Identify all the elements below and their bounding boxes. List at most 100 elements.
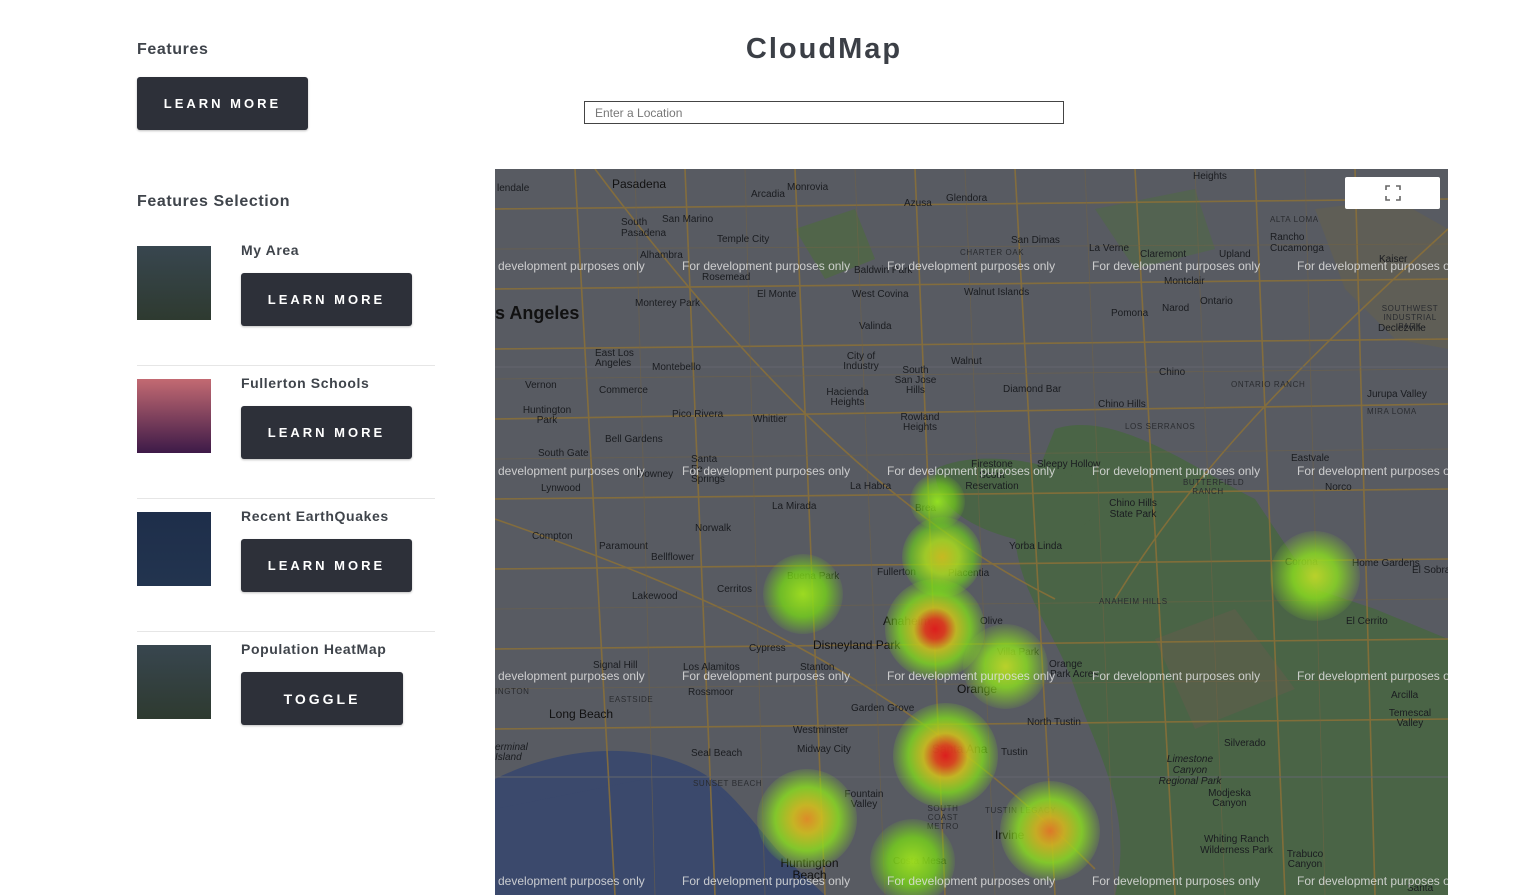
recent-earthquakes-learn-more-button[interactable]: LEARN MORE [241, 539, 412, 592]
features-heading: Features [137, 41, 209, 58]
map-label: INGTON [495, 687, 530, 696]
fullerton-schools-learn-more-button[interactable]: LEARN MORE [241, 406, 412, 459]
map-label: Trabuco Canyon [1286, 849, 1324, 870]
map-label: Anaheim [883, 614, 931, 628]
feature-item-population-heatmap: Population HeatMap TOGGLE [137, 632, 435, 765]
map-label: Whiting Ranch Wilderness Park [1200, 834, 1273, 856]
features-selection-heading: Features Selection [137, 193, 291, 210]
map-label: Rossmoor [688, 687, 734, 698]
feature-item-recent-earthquakes: Recent EarthQuakes LEARN MORE [137, 499, 435, 632]
dev-watermark: For development purposes only [887, 259, 1056, 273]
map-label: Costa Mesa [893, 856, 947, 867]
map-label: Chino Hills [1098, 399, 1146, 410]
map-label: Brea [915, 503, 937, 514]
map-label: Alhambra [640, 250, 683, 261]
dev-watermark: For development purposes o [1297, 259, 1448, 273]
feature-thumbnail [137, 645, 211, 719]
map-label: Jurupa Valley [1367, 389, 1427, 400]
dev-watermark: For development purposes only [682, 464, 851, 478]
map-label: s Angeles [495, 303, 580, 323]
dev-watermark: development purposes only [498, 669, 645, 683]
map-label: Arcilla [1391, 690, 1419, 701]
map-label: erminal Island [495, 742, 528, 763]
map-dim-overlay [495, 169, 1448, 895]
map-label: Home Gardens [1352, 558, 1420, 569]
map-label: Seal Beach [691, 748, 743, 759]
dev-watermark: development purposes only [498, 259, 645, 273]
map-label: lendale [497, 183, 530, 194]
map-label: Corona [1285, 557, 1318, 568]
map-label: Valinda [859, 321, 892, 332]
map-label: SUNSET BEACH [693, 779, 763, 788]
map-label: Garden Grove [851, 703, 915, 714]
map-label: Compton [532, 531, 573, 542]
map-label: Chino Hills State Park [1109, 498, 1157, 520]
map-label: Arcadia [751, 189, 785, 200]
map-label: ANAHEIM HILLS [1099, 597, 1168, 606]
map-label: La Habra [850, 481, 892, 492]
fullscreen-icon [1384, 185, 1401, 201]
map-label: La Mirada [772, 501, 817, 512]
map-label: Narod [1162, 303, 1190, 314]
map-view[interactable]: lendale Pasadena Monrovia Arcadia Azusa … [495, 169, 1448, 895]
features-learn-more-button[interactable]: LEARN MORE [137, 77, 308, 130]
map-label: Limestone Canyon Regional Park [1158, 754, 1222, 787]
map-label: Walnut [951, 356, 982, 367]
map-label: Yorba Linda [1009, 541, 1063, 552]
map-fullscreen-button[interactable] [1345, 177, 1440, 209]
map-label: Disneyland Park [813, 638, 901, 652]
map-label: South Pasadena [621, 217, 667, 239]
map-label: Tustin [1001, 747, 1028, 758]
map-label: San Dimas [1011, 235, 1060, 246]
dev-watermark: For development purposes only [887, 874, 1056, 888]
dev-watermark: For development purposes only [1092, 669, 1261, 683]
map-label: Montclair [1164, 276, 1205, 287]
map-label: Buena Park [787, 571, 840, 582]
map-label: Monterey Park [635, 298, 701, 309]
map-label: Chino [1159, 367, 1186, 378]
dev-watermark: For development purposes o [1297, 874, 1448, 888]
map-label: San Marino [662, 214, 714, 225]
map-label: City of Industry [843, 351, 879, 372]
map-label: El Sobra [1412, 565, 1448, 576]
feature-thumbnail [137, 246, 211, 320]
map-label: Westminster [793, 725, 849, 736]
dev-watermark: For development purposes only [1092, 259, 1261, 273]
map-label: TUSTIN LEGACY [985, 806, 1057, 815]
map-label: Villa Park [997, 647, 1040, 658]
map-label: South San Jose Hills [894, 365, 937, 396]
map-label: El Cerrito [1346, 616, 1388, 627]
map-label: South Gate [538, 448, 589, 459]
my-area-learn-more-button[interactable]: LEARN MORE [241, 273, 412, 326]
map-label: Bellflower [651, 552, 695, 563]
map-label: Fountain Valley [844, 789, 884, 810]
map-label: Placentia [948, 568, 990, 579]
feature-item-my-area: My Area LEARN MORE [137, 233, 435, 366]
map-label: Paramount [599, 541, 648, 552]
feature-item-fullerton-schools: Fullerton Schools LEARN MORE [137, 366, 435, 499]
dev-watermark: For development purposes only [887, 464, 1056, 478]
map-label: Whittier [753, 414, 787, 425]
map-label: LOS SERRANOS [1125, 422, 1196, 431]
map-label: Diamond Bar [1003, 384, 1062, 395]
map-label: ONTARIO RANCH [1231, 380, 1306, 389]
map-label: Bell Gardens [605, 434, 663, 445]
location-search-input[interactable] [584, 101, 1064, 124]
map-label: Cerritos [717, 584, 753, 595]
map-label: Monrovia [787, 182, 829, 193]
dev-watermark: development purposes only [498, 464, 645, 478]
map-label: Glendora [946, 193, 988, 204]
map-label: Norwalk [695, 523, 732, 534]
map-label: Rancho Cucamonga [1270, 232, 1324, 254]
dev-watermark: development purposes only [498, 874, 645, 888]
map-label: SOUTH COAST METRO [927, 804, 959, 831]
dev-watermark: For development purposes o [1297, 669, 1448, 683]
map-label: La Verne [1089, 243, 1130, 254]
population-heatmap-toggle-button[interactable]: TOGGLE [241, 672, 403, 725]
map-label: Heights [1193, 171, 1227, 182]
map-label: Olive [980, 616, 1003, 627]
dev-watermark: For development purposes only [682, 669, 851, 683]
map-label: East Los Angeles [595, 348, 634, 369]
map-label: Pico Rivera [672, 409, 724, 420]
map-label: Temple City [717, 234, 770, 245]
